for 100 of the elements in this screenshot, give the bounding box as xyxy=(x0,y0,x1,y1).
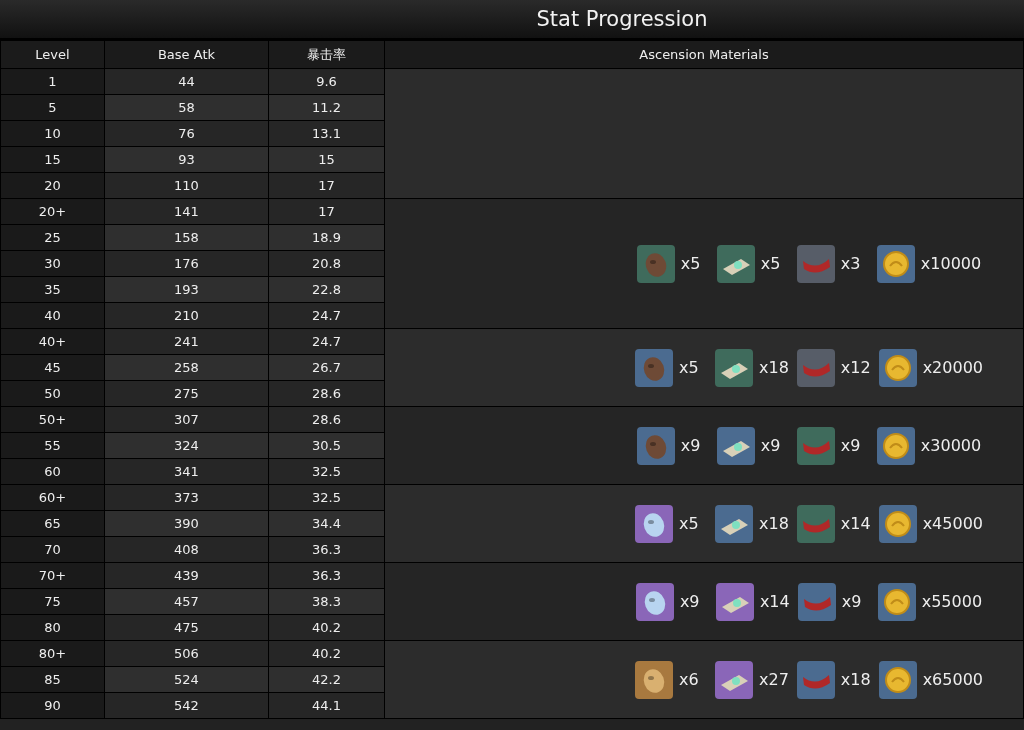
material-count: x6 xyxy=(679,670,700,689)
table-cell: 30.5 xyxy=(268,432,385,459)
table-cell: 44.1 xyxy=(268,692,385,719)
table-cell: 20 xyxy=(0,172,105,199)
table-cell: 90 xyxy=(0,692,105,719)
table-cell: 30 xyxy=(0,250,105,277)
material-count: x5 xyxy=(760,254,782,273)
table-cell: 40 xyxy=(0,302,105,329)
table-cell: 17 xyxy=(268,172,385,199)
table-cell: 32.5 xyxy=(268,484,385,511)
table-cell: 34.4 xyxy=(268,510,385,537)
table-cell: 76 xyxy=(104,120,269,147)
table-cell: 75 xyxy=(0,588,105,615)
table-cell: 35 xyxy=(0,276,105,303)
table-cell: 5 xyxy=(0,94,105,121)
table-cell: 158 xyxy=(104,224,269,251)
material-count: x5 xyxy=(679,358,700,377)
table-cell: 10 xyxy=(0,120,105,147)
table-cell: 176 xyxy=(104,250,269,277)
table-cell: 439 xyxy=(104,562,269,589)
table-cell: 40.2 xyxy=(268,614,385,641)
table-cell: 45 xyxy=(0,354,105,381)
material-count: x45000 xyxy=(922,514,983,533)
table-cell: 17 xyxy=(268,198,385,225)
table-cell: 524 xyxy=(104,666,269,693)
table-cell: 22.8 xyxy=(268,276,385,303)
table-cell: 50+ xyxy=(0,406,105,433)
table-cell: 408 xyxy=(104,536,269,563)
table-cell: 60 xyxy=(0,458,105,485)
table-cell: 506 xyxy=(104,640,269,667)
material-count: x14 xyxy=(840,514,871,533)
table-cell: 193 xyxy=(104,276,269,303)
table-cell: 58 xyxy=(104,94,269,121)
material-count: x30000 xyxy=(920,436,982,455)
table-cell: 18.9 xyxy=(268,224,385,251)
table-cell: 40.2 xyxy=(268,640,385,667)
material-count: x5 xyxy=(679,514,700,533)
table-cell: 13.1 xyxy=(268,120,385,147)
table-cell: 20+ xyxy=(0,198,105,225)
table-cell: 36.3 xyxy=(268,562,385,589)
table-cell: 307 xyxy=(104,406,269,433)
table-cell: 70+ xyxy=(0,562,105,589)
table-cell: 32.5 xyxy=(268,458,385,485)
material-count: x20000 xyxy=(922,358,983,377)
column-header: Level xyxy=(0,40,105,69)
column-header: Ascension Materials xyxy=(384,40,1024,69)
table-cell: 141 xyxy=(104,198,269,225)
table-cell: 26.7 xyxy=(268,354,385,381)
table-cell: 258 xyxy=(104,354,269,381)
table-cell: 11.2 xyxy=(268,94,385,121)
material-count: x18 xyxy=(759,514,789,533)
table-cell: 28.6 xyxy=(268,380,385,407)
table-cell: 70 xyxy=(0,536,105,563)
material-count: x18 xyxy=(759,358,789,377)
table-cell: 25 xyxy=(0,224,105,251)
table-cell: 210 xyxy=(104,302,269,329)
material-count: x9 xyxy=(679,592,701,611)
column-header: 暴击率 xyxy=(268,40,385,69)
table-cell: 15 xyxy=(268,146,385,173)
table-cell: 542 xyxy=(104,692,269,719)
material-count: x9 xyxy=(760,436,782,455)
material-count: x9 xyxy=(841,592,863,611)
table-cell: 80+ xyxy=(0,640,105,667)
table-cell: 60+ xyxy=(0,484,105,511)
material-count: x9 xyxy=(840,436,862,455)
material-count: x14 xyxy=(759,592,790,611)
table-cell: 1 xyxy=(0,68,105,95)
table-cell: 341 xyxy=(104,458,269,485)
table-cell: 24.7 xyxy=(268,302,385,329)
table-cell: 65 xyxy=(0,510,105,537)
table-cell: 28.6 xyxy=(268,406,385,433)
material-count: x55000 xyxy=(921,592,983,611)
table-cell: 38.3 xyxy=(268,588,385,615)
material-count: x3 xyxy=(840,254,862,273)
material-count: x10000 xyxy=(920,254,982,273)
table-cell: 20.8 xyxy=(268,250,385,277)
table-cell: 475 xyxy=(104,614,269,641)
table-cell: 36.3 xyxy=(268,536,385,563)
table-cell: 50 xyxy=(0,380,105,407)
table-cell: 275 xyxy=(104,380,269,407)
material-count: x65000 xyxy=(922,670,983,689)
table-cell: 457 xyxy=(104,588,269,615)
material-count: x5 xyxy=(680,254,702,273)
table-cell: 324 xyxy=(104,432,269,459)
table-cell: 40+ xyxy=(0,328,105,355)
table-cell: 9.6 xyxy=(268,68,385,95)
material-count: x9 xyxy=(680,436,702,455)
table-cell: 24.7 xyxy=(268,328,385,355)
table-cell: 55 xyxy=(0,432,105,459)
material-count: x12 xyxy=(840,358,871,377)
table-cell: 390 xyxy=(104,510,269,537)
table-cell: 15 xyxy=(0,146,105,173)
table-cell: 110 xyxy=(104,172,269,199)
table-cell: 44 xyxy=(104,68,269,95)
table-cell: 373 xyxy=(104,484,269,511)
material-count: x27 xyxy=(759,670,789,689)
table-cell: 42.2 xyxy=(268,666,385,693)
table-cell: 80 xyxy=(0,614,105,641)
table-cell: 93 xyxy=(104,146,269,173)
material-count: x18 xyxy=(840,670,871,689)
